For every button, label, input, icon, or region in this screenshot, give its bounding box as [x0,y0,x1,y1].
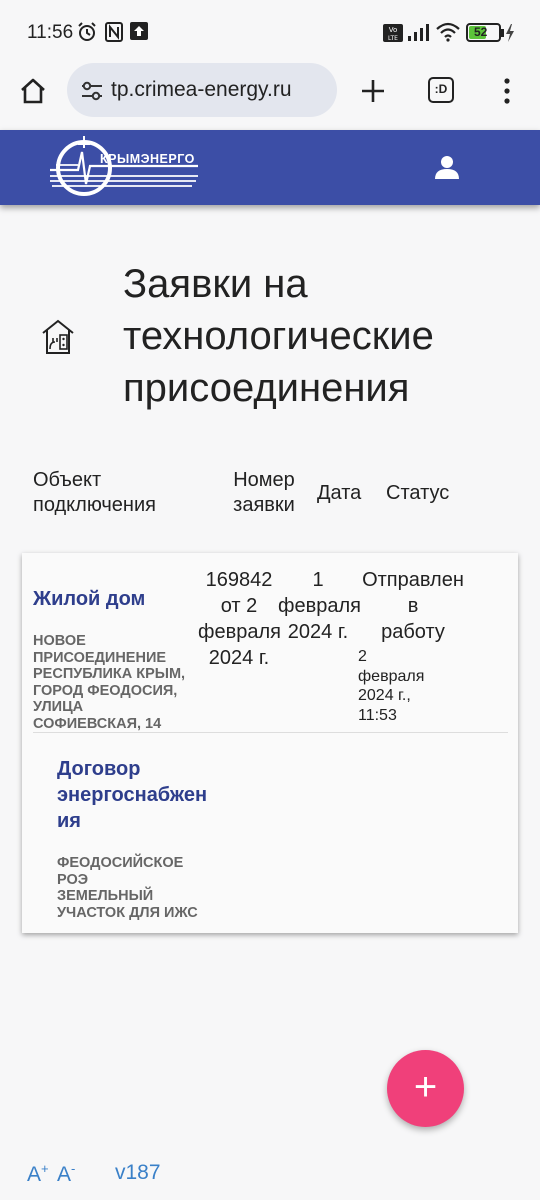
application-number: 169842 от 2 февраля 2024 г. [198,569,281,669]
version-label: v187 [115,1161,161,1184]
user-icon[interactable] [434,154,460,180]
contract-name-link[interactable]: Договор энергоснабжен ия [57,756,207,834]
battery-icon: 52 [466,23,504,42]
status-timestamp: 2 февраля 2024 г., 11:53 [358,648,425,724]
house-plug-icon [42,319,74,354]
signal-icon [408,24,429,41]
svg-text:Vo: Vo [389,26,398,34]
battery-level: 52 [474,25,488,39]
site-settings-icon[interactable] [81,81,103,101]
svg-text:LTE: LTE [388,35,398,42]
object-name-link[interactable]: Жилой дом [33,586,145,612]
object-address: НОВОЕ ПРИСОЕДИНЕНИЕ РЕСПУБЛИКА КРЫМ, ГОР… [33,633,186,732]
column-header-number[interactable]: Номер заявки [226,468,302,518]
url-bar[interactable]: tp.crimea-energy.ru [67,63,337,117]
nfc-icon [105,22,123,42]
site-header: КРЫМЭНЕРГО [0,130,540,205]
menu-icon[interactable] [502,78,512,104]
application-status: Отправлен в работу [362,569,464,643]
upload-icon [130,22,148,40]
status-time: 11:56 [27,22,74,43]
font-decrease-button[interactable]: A- [57,1161,75,1187]
tabs-button[interactable]: :D [428,77,454,103]
url-text[interactable]: tp.crimea-energy.ru [111,78,292,102]
tabs-count: :D [434,82,448,96]
status-bar: 11:56 Vo LTE 52 [0,0,540,66]
contract-details: ФЕОДОСИЙСКОЕ РОЭ ЗЕМЕЛЬНЫЙ УЧАСТОК ДЛЯ И… [57,855,198,921]
wifi-icon [436,22,460,42]
home-icon[interactable] [19,77,47,105]
logo-text: КРЫМЭНЕРГО [100,152,195,166]
column-header-object[interactable]: Объект подключения [33,468,156,518]
application-date: 1 февраля 2024 г. [278,569,361,643]
font-increase-button[interactable]: A+ [27,1161,49,1187]
page-title: Заявки на технологические присоединения [123,262,434,410]
charging-icon [506,24,514,42]
add-application-button[interactable]: + [387,1050,464,1127]
volte-icon: Vo LTE [383,24,403,42]
krymenergo-logo[interactable] [48,132,200,204]
new-tab-icon[interactable] [360,78,386,104]
column-header-status[interactable]: Статус [386,481,449,506]
column-header-date[interactable]: Дата [317,481,361,506]
alarm-icon [78,22,96,41]
row-divider [33,732,508,733]
